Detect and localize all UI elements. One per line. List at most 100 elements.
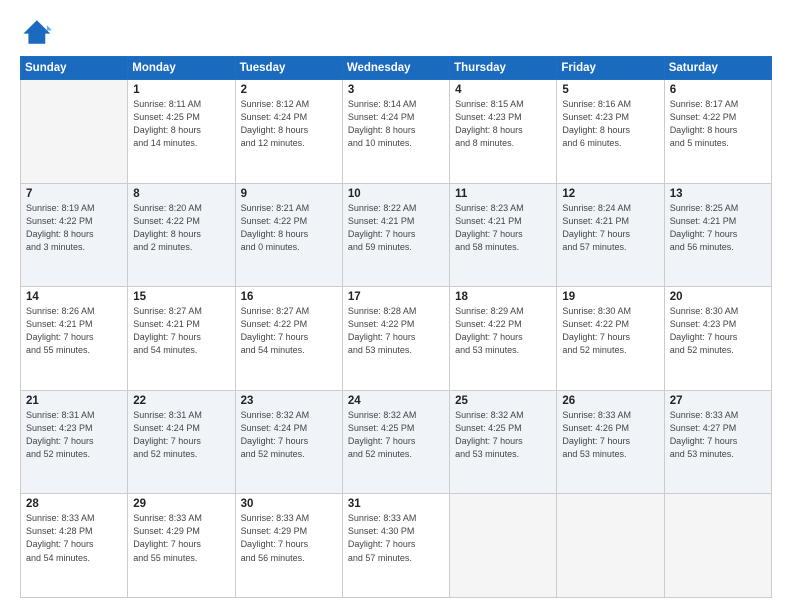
day-number: 23	[241, 395, 337, 407]
calendar-cell: 1 Sunrise: 8:11 AMSunset: 4:25 PMDaylight…	[128, 80, 235, 184]
calendar-cell: 18 Sunrise: 8:29 AMSunset: 4:22 PMDayligh…	[450, 287, 557, 391]
calendar-cell: 25 Sunrise: 8:32 AMSunset: 4:25 PMDayligh…	[450, 390, 557, 494]
calendar-cell: 11Sunrise: 8:23 AMSunset: 4:21 PMDayligh…	[450, 183, 557, 287]
day-number: 18	[455, 291, 551, 303]
day-info: Sunrise: 8:14 AMSunset: 4:24 PMDaylight:…	[348, 98, 444, 150]
calendar-week-row: 14 Sunrise: 8:26 AMSunset: 4:21 PMDayligh…	[21, 287, 772, 391]
day-info: Sunrise: 8:15 AMSunset: 4:23 PMDaylight:…	[455, 98, 551, 150]
calendar-week-row: 7 Sunrise: 8:19 AMSunset: 4:22 PMDaylight…	[21, 183, 772, 287]
day-number: 7	[26, 188, 122, 200]
day-info: Sunrise: 8:33 AMSunset: 4:27 PMDaylight:…	[670, 409, 766, 461]
weekday-header: Sunday	[21, 57, 128, 80]
calendar-cell: 28 Sunrise: 8:33 AMSunset: 4:28 PMDayligh…	[21, 494, 128, 598]
day-number: 29	[133, 498, 229, 510]
day-info: Sunrise: 8:21 AMSunset: 4:22 PMDaylight:…	[241, 202, 337, 254]
calendar-cell	[21, 80, 128, 184]
day-info: Sunrise: 8:26 AMSunset: 4:21 PMDaylight:…	[26, 305, 122, 357]
day-info: Sunrise: 8:27 AMSunset: 4:22 PMDaylight:…	[241, 305, 337, 357]
day-info: Sunrise: 8:23 AMSunset: 4:21 PMDaylight:…	[455, 202, 551, 254]
weekday-header: Monday	[128, 57, 235, 80]
day-number: 17	[348, 291, 444, 303]
day-info: Sunrise: 8:32 AMSunset: 4:24 PMDaylight:…	[241, 409, 337, 461]
day-number: 1	[133, 84, 229, 96]
calendar-cell: 9 Sunrise: 8:21 AMSunset: 4:22 PMDaylight…	[235, 183, 342, 287]
calendar-cell	[557, 494, 664, 598]
day-info: Sunrise: 8:12 AMSunset: 4:24 PMDaylight:…	[241, 98, 337, 150]
day-info: Sunrise: 8:33 AMSunset: 4:28 PMDaylight:…	[26, 512, 122, 564]
calendar-cell: 17Sunrise: 8:28 AMSunset: 4:22 PMDayligh…	[342, 287, 449, 391]
calendar-week-row: 1 Sunrise: 8:11 AMSunset: 4:25 PMDaylight…	[21, 80, 772, 184]
calendar-cell: 27 Sunrise: 8:33 AMSunset: 4:27 PMDayligh…	[664, 390, 771, 494]
calendar-cell: 29 Sunrise: 8:33 AMSunset: 4:29 PMDayligh…	[128, 494, 235, 598]
day-number: 24	[348, 395, 444, 407]
calendar-cell: 7 Sunrise: 8:19 AMSunset: 4:22 PMDaylight…	[21, 183, 128, 287]
day-number: 27	[670, 395, 766, 407]
day-info: Sunrise: 8:33 AMSunset: 4:26 PMDaylight:…	[562, 409, 658, 461]
day-info: Sunrise: 8:24 AMSunset: 4:21 PMDaylight:…	[562, 202, 658, 254]
calendar-cell: 10Sunrise: 8:22 AMSunset: 4:21 PMDayligh…	[342, 183, 449, 287]
calendar-cell: 31Sunrise: 8:33 AMSunset: 4:30 PMDayligh…	[342, 494, 449, 598]
calendar-cell: 3 Sunrise: 8:14 AMSunset: 4:24 PMDaylight…	[342, 80, 449, 184]
logo	[20, 18, 56, 46]
day-number: 25	[455, 395, 551, 407]
header	[20, 18, 772, 46]
day-info: Sunrise: 8:32 AMSunset: 4:25 PMDaylight:…	[348, 409, 444, 461]
page: SundayMondayTuesdayWednesdayThursdayFrid…	[0, 0, 792, 612]
calendar-table: SundayMondayTuesdayWednesdayThursdayFrid…	[20, 56, 772, 598]
day-number: 21	[26, 395, 122, 407]
day-number: 5	[562, 84, 658, 96]
calendar-cell: 19Sunrise: 8:30 AMSunset: 4:22 PMDayligh…	[557, 287, 664, 391]
calendar-cell: 14 Sunrise: 8:26 AMSunset: 4:21 PMDayligh…	[21, 287, 128, 391]
day-info: Sunrise: 8:20 AMSunset: 4:22 PMDaylight:…	[133, 202, 229, 254]
day-info: Sunrise: 8:11 AMSunset: 4:25 PMDaylight:…	[133, 98, 229, 150]
calendar-header-row: SundayMondayTuesdayWednesdayThursdayFrid…	[21, 57, 772, 80]
day-info: Sunrise: 8:17 AMSunset: 4:22 PMDaylight:…	[670, 98, 766, 150]
calendar-cell: 6 Sunrise: 8:17 AMSunset: 4:22 PMDaylight…	[664, 80, 771, 184]
calendar-cell: 22 Sunrise: 8:31 AMSunset: 4:24 PMDayligh…	[128, 390, 235, 494]
calendar-week-row: 21 Sunrise: 8:31 AMSunset: 4:23 PMDayligh…	[21, 390, 772, 494]
day-number: 14	[26, 291, 122, 303]
weekday-header: Saturday	[664, 57, 771, 80]
weekday-header: Friday	[557, 57, 664, 80]
calendar-cell: 15 Sunrise: 8:27 AMSunset: 4:21 PMDayligh…	[128, 287, 235, 391]
day-number: 9	[241, 188, 337, 200]
calendar-cell: 4Sunrise: 8:15 AMSunset: 4:23 PMDaylight…	[450, 80, 557, 184]
calendar-cell: 20 Sunrise: 8:30 AMSunset: 4:23 PMDayligh…	[664, 287, 771, 391]
day-info: Sunrise: 8:31 AMSunset: 4:23 PMDaylight:…	[26, 409, 122, 461]
day-number: 28	[26, 498, 122, 510]
day-info: Sunrise: 8:16 AMSunset: 4:23 PMDaylight:…	[562, 98, 658, 150]
calendar-week-row: 28 Sunrise: 8:33 AMSunset: 4:28 PMDayligh…	[21, 494, 772, 598]
day-info: Sunrise: 8:25 AMSunset: 4:21 PMDaylight:…	[670, 202, 766, 254]
day-info: Sunrise: 8:33 AMSunset: 4:29 PMDaylight:…	[241, 512, 337, 564]
weekday-header: Thursday	[450, 57, 557, 80]
day-info: Sunrise: 8:27 AMSunset: 4:21 PMDaylight:…	[133, 305, 229, 357]
day-number: 12	[562, 188, 658, 200]
day-info: Sunrise: 8:33 AMSunset: 4:29 PMDaylight:…	[133, 512, 229, 564]
calendar-cell: 24 Sunrise: 8:32 AMSunset: 4:25 PMDayligh…	[342, 390, 449, 494]
calendar-cell: 8 Sunrise: 8:20 AMSunset: 4:22 PMDaylight…	[128, 183, 235, 287]
day-number: 3	[348, 84, 444, 96]
day-info: Sunrise: 8:31 AMSunset: 4:24 PMDaylight:…	[133, 409, 229, 461]
day-number: 8	[133, 188, 229, 200]
day-number: 15	[133, 291, 229, 303]
day-number: 20	[670, 291, 766, 303]
day-number: 31	[348, 498, 444, 510]
day-number: 30	[241, 498, 337, 510]
calendar-cell: 16Sunrise: 8:27 AMSunset: 4:22 PMDayligh…	[235, 287, 342, 391]
calendar-cell: 26Sunrise: 8:33 AMSunset: 4:26 PMDayligh…	[557, 390, 664, 494]
day-info: Sunrise: 8:22 AMSunset: 4:21 PMDaylight:…	[348, 202, 444, 254]
calendar-cell: 2 Sunrise: 8:12 AMSunset: 4:24 PMDaylight…	[235, 80, 342, 184]
weekday-header: Wednesday	[342, 57, 449, 80]
day-number: 6	[670, 84, 766, 96]
day-number: 2	[241, 84, 337, 96]
day-number: 22	[133, 395, 229, 407]
day-info: Sunrise: 8:19 AMSunset: 4:22 PMDaylight:…	[26, 202, 122, 254]
day-number: 19	[562, 291, 658, 303]
day-info: Sunrise: 8:32 AMSunset: 4:25 PMDaylight:…	[455, 409, 551, 461]
logo-icon	[20, 18, 52, 46]
calendar-cell: 30 Sunrise: 8:33 AMSunset: 4:29 PMDayligh…	[235, 494, 342, 598]
calendar-cell: 5 Sunrise: 8:16 AMSunset: 4:23 PMDaylight…	[557, 80, 664, 184]
calendar-cell: 12 Sunrise: 8:24 AMSunset: 4:21 PMDayligh…	[557, 183, 664, 287]
day-info: Sunrise: 8:30 AMSunset: 4:23 PMDaylight:…	[670, 305, 766, 357]
day-info: Sunrise: 8:29 AMSunset: 4:22 PMDaylight:…	[455, 305, 551, 357]
